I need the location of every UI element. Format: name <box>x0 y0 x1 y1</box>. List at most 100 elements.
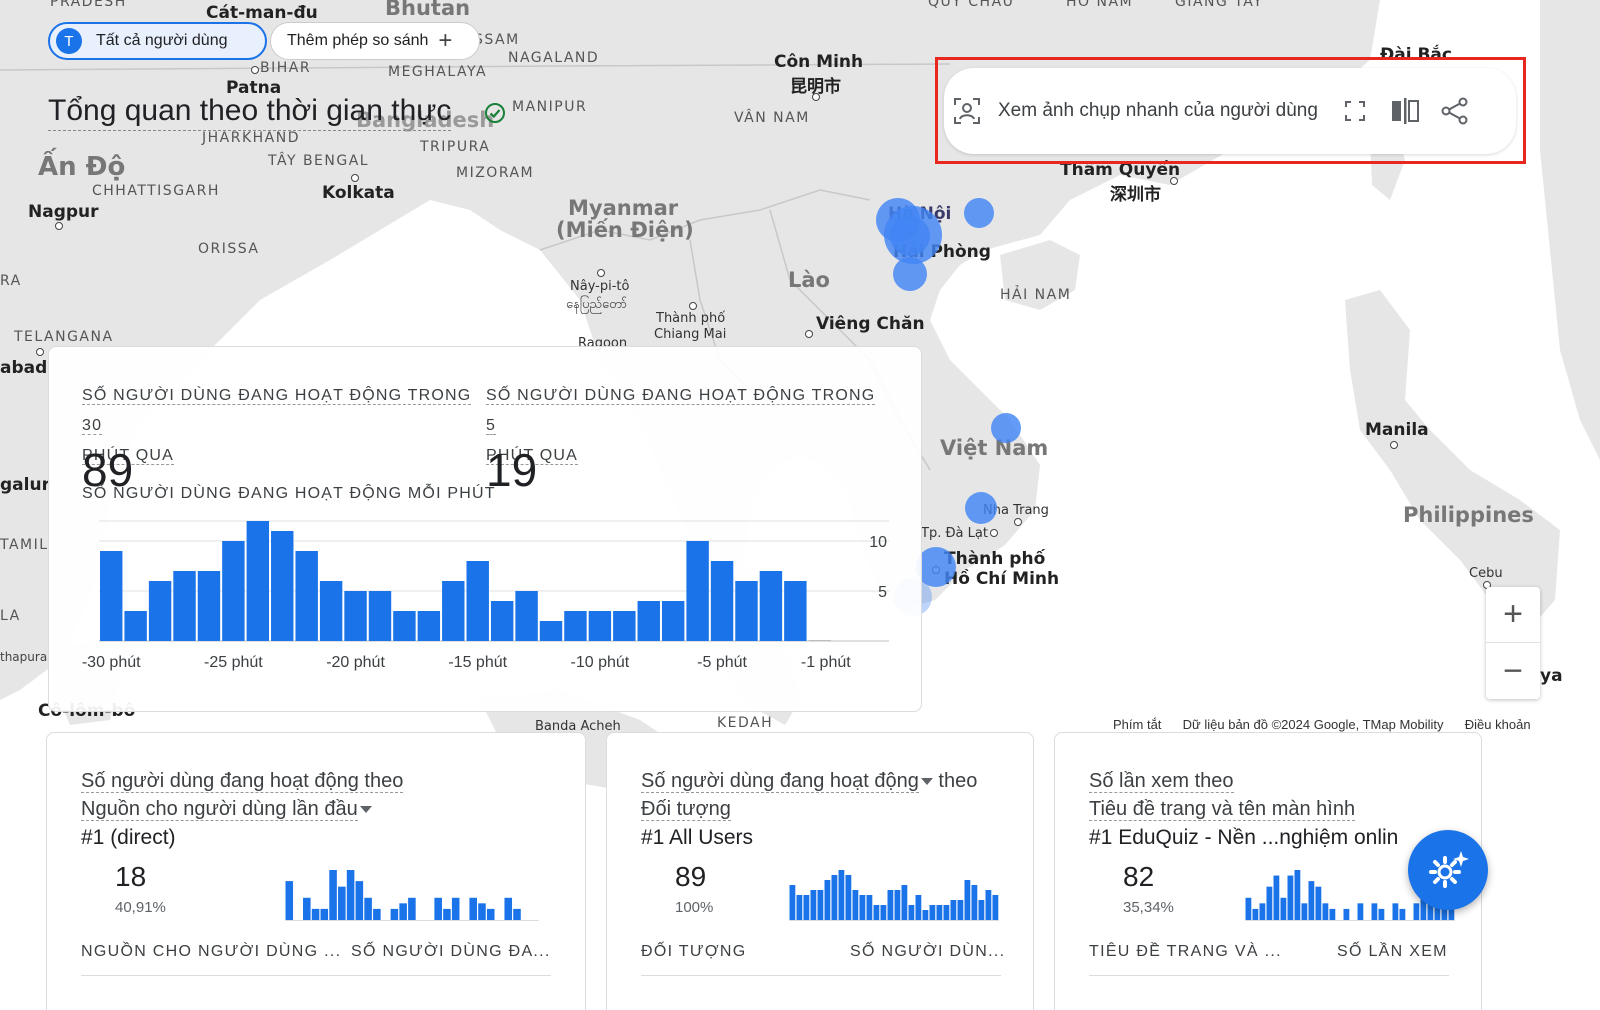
column-header-dimension[interactable]: NGUỒN CHO NGƯỜI DÙNG ... <box>81 943 341 961</box>
map-label: HỒ NAM <box>1066 0 1134 10</box>
insights-fab-button[interactable] <box>1408 830 1488 910</box>
caret-down-icon[interactable] <box>920 778 933 786</box>
compare-view-icon[interactable] <box>1390 96 1420 126</box>
bar[interactable] <box>466 561 489 641</box>
fullscreen-icon[interactable] <box>1340 96 1370 126</box>
sparkline-bar <box>873 905 880 920</box>
map-label: Thâm Quyến <box>1060 160 1181 180</box>
bar[interactable] <box>515 591 538 641</box>
zoom-in-button[interactable]: + <box>1486 587 1540 643</box>
y-tick-label: 5 <box>878 584 887 601</box>
realtime-users-card: SỐ NGƯỜI DÙNG ĐANG HOẠT ĐỘNG TRONG 30 PHÚ… <box>48 346 922 712</box>
bar[interactable] <box>148 581 172 641</box>
terms-link[interactable]: Điều khoản <box>1465 717 1531 732</box>
metric-selector[interactable]: Số người dùng đang hoạt động <box>641 770 919 793</box>
active-user-dot[interactable] <box>893 257 927 291</box>
city-marker <box>351 174 359 182</box>
bar[interactable] <box>271 531 294 641</box>
map-label: LA <box>0 608 21 624</box>
sparkline-bar <box>399 903 407 920</box>
card-title: Số lần xem theo <box>1089 770 1234 793</box>
bar[interactable] <box>124 611 147 641</box>
sparkline-bar <box>1287 875 1294 920</box>
bar[interactable] <box>710 561 734 641</box>
bar[interactable] <box>686 541 709 641</box>
top-item: #1 All Users <box>641 826 754 849</box>
bar[interactable] <box>735 581 758 641</box>
user-snapshot-icon[interactable] <box>952 96 982 126</box>
top-item-percent: 35,34% <box>1123 899 1174 916</box>
map-label: Lào <box>788 268 830 292</box>
top-item: #1 EduQuiz - Nền ...nghiệm onlin <box>1089 826 1399 849</box>
bar[interactable] <box>442 581 465 641</box>
sparkline-bar <box>1294 870 1301 920</box>
active-user-dot[interactable] <box>964 198 994 228</box>
sparkline-bar <box>908 905 915 920</box>
bar[interactable] <box>539 621 563 641</box>
divider <box>641 975 1001 976</box>
sparkline-bar <box>1259 903 1266 920</box>
bar[interactable] <box>564 611 587 641</box>
bar[interactable] <box>759 571 783 641</box>
city-marker <box>597 269 605 277</box>
bar[interactable] <box>319 581 343 641</box>
bar[interactable] <box>808 640 831 641</box>
column-header-metric[interactable]: SỐ LẦN XEM <box>1337 943 1448 961</box>
active-user-dot[interactable] <box>991 413 1021 443</box>
bar[interactable] <box>222 541 245 641</box>
bar[interactable] <box>197 571 221 641</box>
bar[interactable] <box>100 551 123 641</box>
sparkline-bar <box>1322 903 1329 920</box>
sparkline-bar <box>964 880 971 920</box>
active-user-dot[interactable] <box>965 492 997 524</box>
map-label: Kolkata <box>322 183 395 203</box>
all-users-filter-chip[interactable]: T Tất cả người dùng <box>48 22 267 60</box>
view-user-snapshot-link[interactable]: Xem ảnh chụp nhanh của người dùng <box>998 100 1318 122</box>
add-comparison-button[interactable]: Thêm phép so sánh + <box>270 22 480 60</box>
column-header-dimension[interactable]: TIÊU ĐỀ TRANG VÀ ... <box>1089 943 1282 961</box>
column-header-metric[interactable]: SỐ NGƯỜI DÙN... <box>850 943 1005 961</box>
bar[interactable] <box>784 581 807 641</box>
dimension-selector[interactable]: Nguồn cho người dùng lần đầu <box>81 798 372 821</box>
map-label: TÂY BENGAL <box>268 153 370 169</box>
bar[interactable] <box>588 611 612 641</box>
map-label: thapura <box>0 650 48 664</box>
bar[interactable] <box>661 601 685 641</box>
bar[interactable] <box>393 611 416 641</box>
sparkline-bar <box>443 908 451 920</box>
zoom-out-button[interactable]: − <box>1486 643 1540 699</box>
column-header-dimension[interactable]: ĐỐI TƯỢNG <box>641 943 746 961</box>
sparkline-bar <box>803 895 810 920</box>
bar[interactable] <box>637 601 660 641</box>
sparkline-bar <box>285 881 294 920</box>
share-icon[interactable] <box>1440 96 1470 126</box>
bar[interactable] <box>368 591 392 641</box>
x-tick-label: -30 phút <box>82 654 141 671</box>
check-circle-icon <box>485 103 505 123</box>
bar[interactable] <box>417 611 441 641</box>
sparkline-bar <box>887 890 894 920</box>
bar[interactable] <box>173 571 196 641</box>
map-label: BIHAR <box>260 60 312 76</box>
map-label: Cát-man-đu <box>206 3 318 23</box>
sparkline-bar <box>1273 875 1280 920</box>
keyboard-shortcuts-link[interactable]: Phím tắt <box>1113 717 1161 732</box>
bar[interactable] <box>246 521 270 641</box>
plus-icon: + <box>438 27 453 54</box>
sparkline-bar <box>1357 903 1364 920</box>
bar[interactable] <box>613 611 636 641</box>
sparkline-bar <box>373 908 381 920</box>
card-title: Đối tượng <box>641 798 731 821</box>
bar[interactable] <box>295 551 318 641</box>
sparkline-bar <box>957 900 964 920</box>
city-marker <box>1390 441 1398 449</box>
active-user-dot[interactable] <box>890 216 930 256</box>
map-label: TELANGANA <box>14 329 114 345</box>
sparkline-bar <box>513 908 521 920</box>
column-header-metric[interactable]: SỐ NGƯỜI DÙNG ĐA... <box>351 943 551 961</box>
sparkline-bar <box>478 903 486 920</box>
sparkline-chart <box>789 870 999 921</box>
bar[interactable] <box>344 591 367 641</box>
sparkline-bar <box>355 881 364 920</box>
bar[interactable] <box>490 601 514 641</box>
